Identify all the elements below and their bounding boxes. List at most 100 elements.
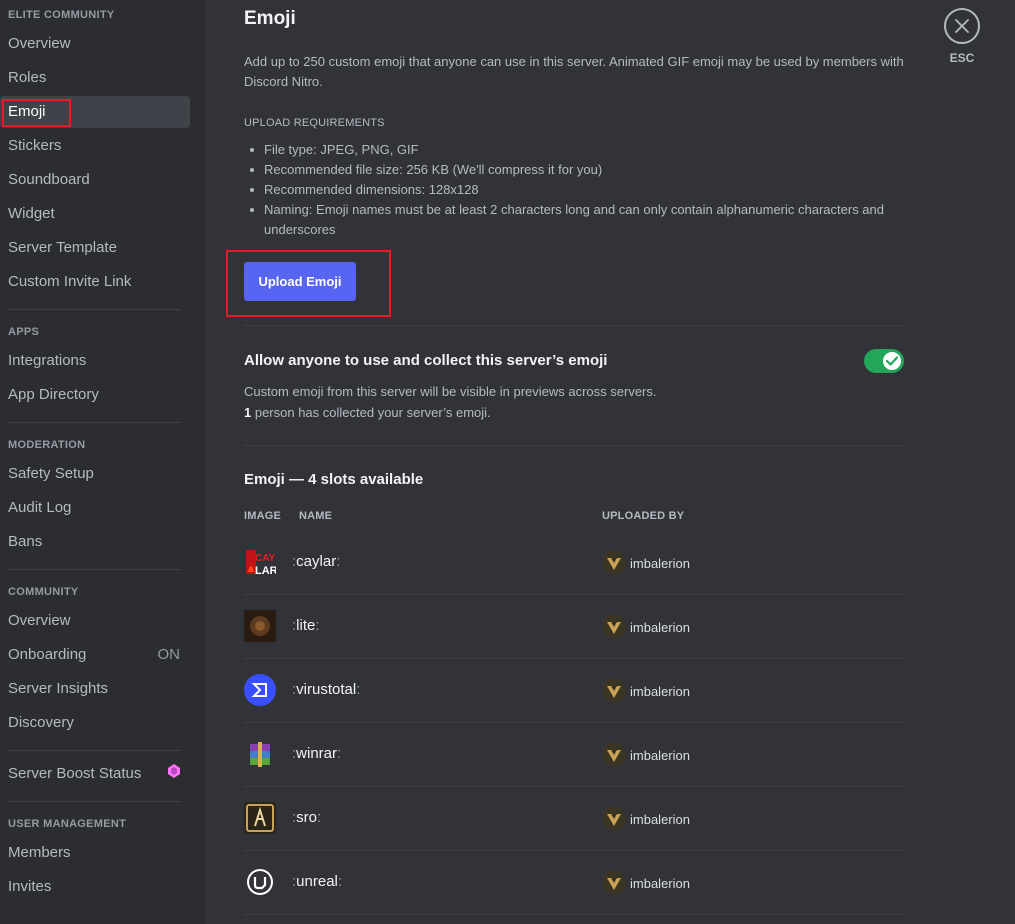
svg-text:CAY: CAY [255,553,276,564]
lite-emoji-icon [244,610,276,642]
sidebar-item-bans[interactable]: Bans [0,526,190,558]
sidebar-item-integrations[interactable]: Integrations [0,345,190,377]
sidebar-item-label: Soundboard [8,171,90,188]
sidebar-item-label: Discovery [8,714,74,731]
boost-gem-icon [168,758,180,790]
uploader: imbalerion [602,871,690,895]
sidebar-item-label: Members [8,844,71,861]
emoji-row[interactable]: CAY LAR :caylar: imbalerion [244,531,904,595]
sidebar-item-label: Audit Log [8,499,72,516]
svg-text:LAR: LAR [255,565,276,577]
uploader-name: imbalerion [630,875,690,891]
sidebar-separator [8,569,180,570]
sidebar-item-onboarding[interactable]: Onboarding ON [0,639,190,671]
sidebar-item-members[interactable]: Members [0,837,190,869]
sidebar-item-server-insights[interactable]: Server Insights [0,673,190,705]
sidebar-item-stickers[interactable]: Stickers [0,130,190,162]
section-header-apps: APPS [8,326,40,338]
sidebar-item-label: Server Template [8,239,117,256]
virustotal-emoji-icon [244,674,276,706]
uploader-name: imbalerion [630,619,690,635]
emoji-name[interactable]: :lite: [292,617,320,634]
sidebar-item-label: Overview [8,612,71,629]
sidebar-separator [8,750,180,751]
sidebar-item-server-boost-status[interactable]: Server Boost Status [0,758,190,790]
sidebar-item-invites[interactable]: Invites [0,871,190,903]
sidebar-item-label: Server Insights [8,680,109,697]
upload-requirements-header: UPLOAD REQUIREMENTS [244,117,385,129]
emoji-row[interactable]: :unreal: imbalerion [244,851,904,915]
sidebar-item-discovery[interactable]: Discovery [0,707,190,739]
collected-count-line: 1 person has collected your server’s emo… [244,402,804,423]
sidebar-item-server-template[interactable]: Server Template [0,232,190,264]
column-header-name: NAME [299,510,333,522]
allow-emoji-toggle[interactable] [864,349,904,373]
sidebar-item-soundboard[interactable]: Soundboard [0,164,190,196]
section-header-moderation: MODERATION [8,439,86,451]
sidebar-item-label: App Directory [8,386,99,403]
sidebar-item-label: Roles [8,69,47,86]
sidebar-item-app-directory[interactable]: App Directory [0,379,190,411]
sidebar-separator [8,309,180,310]
esc-label: ESC [949,51,975,65]
upload-requirements-list: File type: JPEG, PNG, GIF Recommended fi… [244,140,914,240]
uploader-name: imbalerion [630,811,690,827]
avatar [602,679,626,703]
avatar [602,743,626,767]
emoji-row[interactable]: :sro: imbalerion [244,787,904,851]
caylar-emoji-icon: CAY LAR [244,546,278,578]
page-title: Emoji [244,8,296,29]
sidebar-item-label: Custom Invite Link [8,273,132,290]
sidebar-item-custom-invite-link[interactable]: Custom Invite Link [0,266,190,298]
column-header-image: IMAGE [244,510,282,522]
close-button[interactable] [944,8,980,44]
close-settings[interactable]: ESC [944,8,980,65]
collected-text: person has collected your server’s emoji… [251,405,491,420]
sro-emoji-icon [244,802,276,834]
emoji-name[interactable]: :caylar: [292,553,340,570]
sidebar-item-label: Safety Setup [8,465,94,482]
requirement-item: File type: JPEG, PNG, GIF [244,140,914,160]
section-divider [244,325,904,326]
emoji-name[interactable]: :unreal: [292,873,342,890]
emoji-row[interactable]: :winrar: imbalerion [244,723,904,787]
avatar [602,551,626,575]
sidebar-item-overview[interactable]: Overview [0,28,190,60]
allow-emoji-desc-line: Custom emoji from this server will be vi… [244,384,657,399]
sidebar-item-community-overview[interactable]: Overview [0,605,190,637]
allow-emoji-description: Custom emoji from this server will be vi… [244,381,804,423]
emoji-name[interactable]: :sro: [292,809,321,826]
page-description: Add up to 250 custom emoji that anyone c… [244,54,904,89]
section-header-elite-community: ELITE COMMUNITY [8,9,115,21]
sidebar-item-label: Stickers [8,137,62,154]
emoji-name[interactable]: :virustotal: [292,681,360,698]
uploader: imbalerion [602,743,690,767]
avatar [602,615,626,639]
sidebar-item-safety-setup[interactable]: Safety Setup [0,458,190,490]
sidebar-item-audit-log[interactable]: Audit Log [0,492,190,524]
sidebar-item-label: Bans [8,533,43,550]
uploader: imbalerion [602,679,690,703]
sidebar-item-widget[interactable]: Widget [0,198,190,230]
uploader-name: imbalerion [630,747,690,763]
emoji-row[interactable]: :lite: imbalerion [244,595,904,659]
settings-sidebar: ELITE COMMUNITY Overview Roles Emoji Sti… [0,0,205,924]
sidebar-item-roles[interactable]: Roles [0,62,190,94]
sidebar-separator [8,801,180,802]
uploader: imbalerion [602,551,690,575]
column-header-uploaded-by: UPLOADED BY [602,510,685,522]
highlight-box-upload [226,250,391,317]
highlight-box-emoji [2,99,71,127]
emoji-row[interactable]: :virustotal: imbalerion [244,659,904,723]
toggle-knob [883,352,901,370]
check-icon [886,356,898,366]
requirement-item: Naming: Emoji names must be at least 2 c… [244,200,914,240]
uploader: imbalerion [602,615,690,639]
uploader-name: imbalerion [630,555,690,571]
requirement-item: Recommended file size: 256 KB (We'll com… [244,160,914,180]
sidebar-item-label: Onboarding [8,646,87,663]
avatar [602,807,626,831]
sidebar-item-label: Overview [8,35,71,52]
emoji-name[interactable]: :winrar: [292,745,341,762]
uploader-name: imbalerion [630,683,690,699]
